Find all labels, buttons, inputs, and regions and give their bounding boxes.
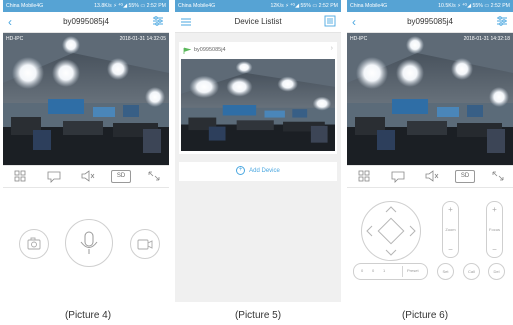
add-device-label: Add Device [249,168,280,174]
caption-picture-5: (Picture 5) [234,310,282,321]
device-card[interactable]: by0995085j4 › [179,42,337,154]
video-toolbar: SD [347,165,513,188]
zoom-label: Zoom [445,227,456,232]
nav-bar: Device Listist [175,12,341,33]
plus-circle-icon: + [236,165,246,175]
speaker-mute-icon[interactable] [423,168,441,184]
status-right: 12K/s ⚡ ⁴ᴳ◢ 55% ▭ 2:52 PM [270,3,338,9]
record-button[interactable] [130,229,160,259]
nav-bar: ‹ by0995085j4 [3,12,169,33]
status-bar: China Mobile4G 12K/s ⚡ ⁴ᴳ◢ 55% ▭ 2:52 PM [175,0,341,12]
page-title: by0995085j4 [407,17,453,26]
zoom-out-button[interactable]: − [443,245,458,254]
carrier-label: China Mobile4G [6,3,44,9]
video-timestamp: 2018-01-31 14:32:18 [463,36,510,42]
nav-bar: ‹ by0995085j4 [347,12,513,33]
live-video-view[interactable]: HD-IPC 2018-01-31 14:32:18 [347,33,513,165]
video-timestamp: 2018-01-31 14:32:05 [119,36,166,42]
focus-label: Focus [489,227,500,232]
page-indicator [347,293,513,302]
del-label: Del [493,269,500,274]
sd-quality-button[interactable]: SD [111,170,131,183]
status-right: 10.5K/s ⚡ ⁴ᴳ◢ 55% ▭ 2:52 PM [438,3,510,9]
video-camera-icon [137,239,153,250]
video-toolbar: SD [3,165,169,188]
focus-out-button[interactable]: − [487,245,502,254]
device-name: by0995085j4 [194,47,226,53]
settings-sliders-icon[interactable] [152,15,164,27]
snapshot-button[interactable] [19,229,49,259]
camera-feed-image [347,33,513,165]
preset-digit: 1 [383,268,386,273]
preset-digit: 0 [372,268,375,273]
preset-set-button[interactable]: Set [437,263,454,280]
page-indicator [3,293,169,302]
ptz-direction-pad[interactable] [361,201,421,261]
add-device-button[interactable]: + Add Device [179,162,337,181]
page-title: Device Listist [234,17,282,26]
back-icon[interactable]: ‹ [8,12,12,32]
preset-label: Preset [407,268,419,273]
caption-picture-4: (Picture 4) [64,310,112,321]
focus-in-button[interactable]: + [487,205,502,214]
list-view-icon[interactable] [324,15,336,27]
camera-icon [27,237,41,250]
back-icon[interactable]: ‹ [352,12,356,32]
carrier-label: China Mobile4G [350,3,388,9]
message-icon[interactable] [45,168,63,184]
zoom-control: + Zoom − [442,201,459,258]
preset-input[interactable]: 0 0 1 Preset [353,263,428,280]
call-label: Call [468,269,475,274]
screen-picture-6: China Mobile4G 10.5K/s ⚡ ⁴ᴳ◢ 55% ▭ 2:52 … [347,0,513,302]
preset-digit: 0 [361,268,364,273]
sd-quality-button[interactable]: SD [455,170,475,183]
live-video-view[interactable]: HD-IPC 2018-01-31 14:32:05 [3,33,169,165]
camera-model-label: HD-IPC [6,36,24,42]
preset-del-button[interactable]: Del [488,263,505,280]
fullscreen-icon[interactable] [489,168,507,184]
menu-icon[interactable] [181,17,191,27]
camera-model-label: HD-IPC [350,36,368,42]
caption-picture-6: (Picture 6) [401,310,449,321]
focus-control: + Focus − [486,201,503,258]
message-icon[interactable] [389,168,407,184]
preset-call-button[interactable]: Call [463,263,480,280]
microphone-icon [80,231,98,254]
grid-layout-icon[interactable] [11,168,29,184]
fullscreen-icon[interactable] [145,168,163,184]
status-bar: China Mobile4G 10.5K/s ⚡ ⁴ᴳ◢ 55% ▭ 2:52 … [347,0,513,12]
speaker-mute-icon[interactable] [79,168,97,184]
set-label: Set [442,269,449,274]
zoom-in-button[interactable]: + [443,205,458,214]
screen-picture-5: China Mobile4G 12K/s ⚡ ⁴ᴳ◢ 55% ▭ 2:52 PM… [175,0,341,302]
camera-feed-image [3,33,169,165]
carrier-label: China Mobile4G [178,3,216,9]
page-title: by0995085j4 [63,17,109,26]
status-right: 13.8K/s ⚡ ⁴ᴳ◢ 55% ▭ 2:52 PM [94,3,166,9]
direction-arrows-icon [366,206,416,256]
screen-picture-4: China Mobile4G 13.8K/s ⚡ ⁴ᴳ◢ 55% ▭ 2:52 … [3,0,169,302]
device-thumbnail[interactable] [181,59,335,151]
chevron-right-icon: › [330,45,333,52]
settings-sliders-icon[interactable] [496,15,508,27]
online-flag-icon [183,47,191,54]
talk-button[interactable] [65,219,113,267]
status-bar: China Mobile4G 13.8K/s ⚡ ⁴ᴳ◢ 55% ▭ 2:52 … [3,0,169,12]
grid-layout-icon[interactable] [355,168,373,184]
